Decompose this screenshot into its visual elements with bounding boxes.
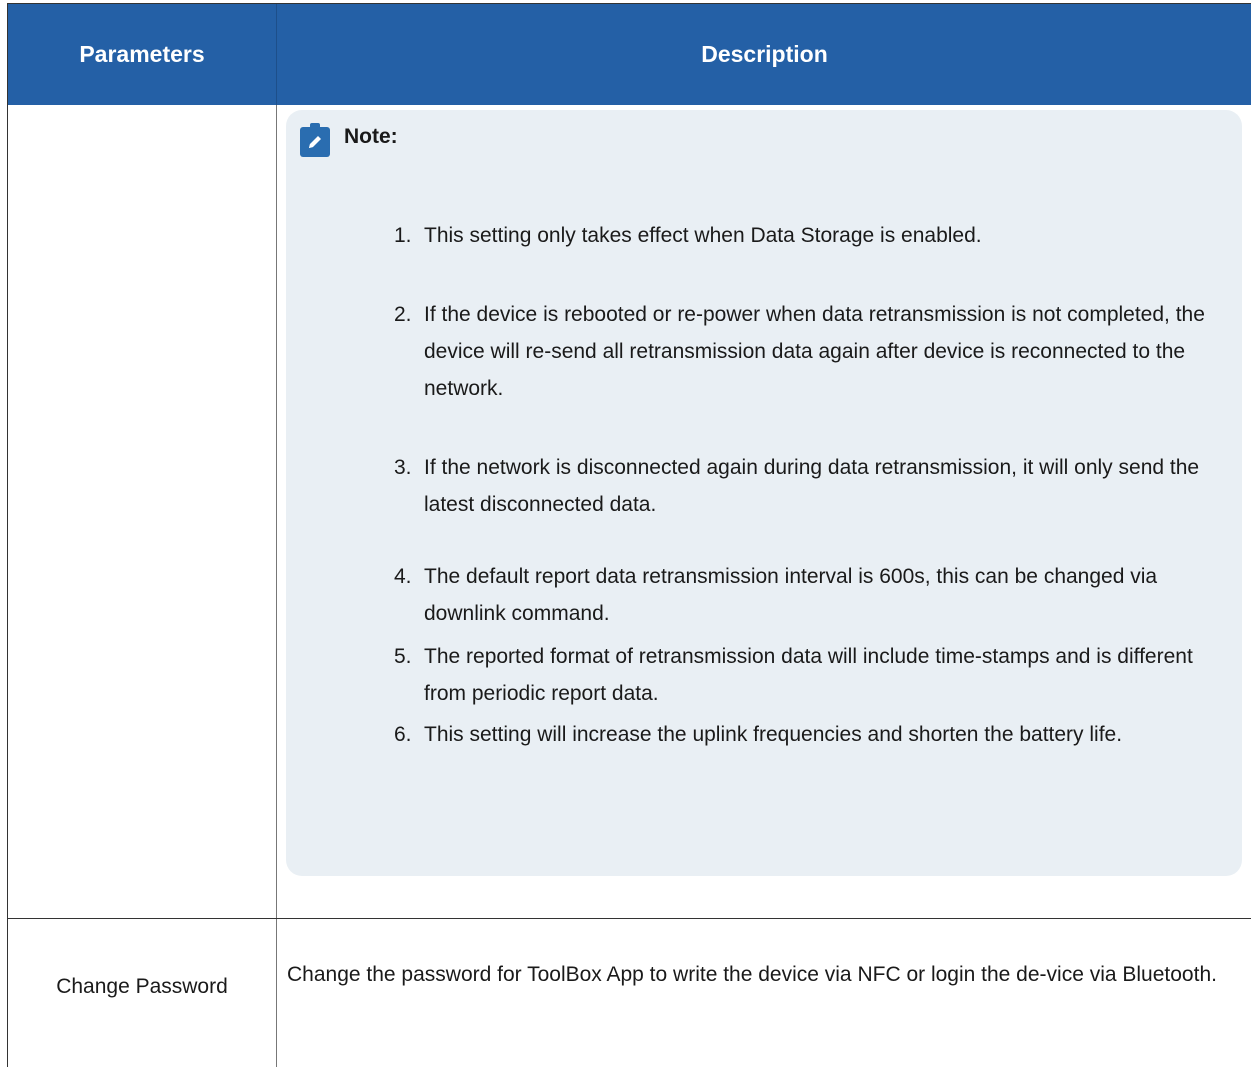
list-item: 4. The default report data retransmissio… [394,558,1234,632]
parameter-change-password: Change Password [56,975,228,998]
header-parameters: Parameters [8,4,277,105]
table-header: Parameters Description [8,3,1251,105]
note-title: Note: [344,125,398,148]
list-item-text: This setting only takes effect when Data… [424,224,982,247]
header-description: Description [701,41,828,67]
list-item-number: 2. [394,303,412,326]
note-box: Note: 1. This setting only takes effect … [286,110,1242,876]
description-change-password: Change the password for ToolBox App to w… [287,963,1217,986]
list-item: 2. If the device is rebooted or re-power… [394,296,1234,407]
list-item-text: If the network is disconnected again dur… [424,456,1200,516]
list-item-number: 1. [394,224,412,247]
column-divider [276,105,277,1067]
list-item-text: The default report data retransmission i… [424,565,1158,625]
list-item: 3. If the network is disconnected again … [394,449,1234,523]
row-divider [8,918,1251,919]
list-item-number: 6. [394,723,412,746]
list-item: 6. This setting will increase the uplink… [394,716,1234,753]
pencil-note-icon [300,123,330,157]
parameters-table: Parameters Description Note: 1. This set… [7,3,1251,1067]
list-item: 1. This setting only takes effect when D… [394,217,1234,254]
list-item-number: 3. [394,456,412,479]
list-item-text: If the device is rebooted or re-power wh… [424,303,1205,400]
list-item: 5. The reported format of retransmission… [394,638,1234,712]
list-item-number: 5. [394,645,412,668]
list-item-text: The reported format of retransmission da… [424,645,1193,705]
list-item-text: This setting will increase the uplink fr… [424,723,1123,746]
list-item-number: 4. [394,565,412,588]
